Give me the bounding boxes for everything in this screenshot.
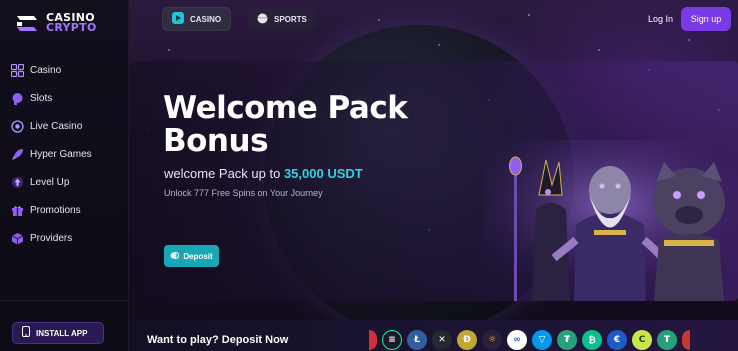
hero-description: Unlock 777 Free Spins on Your Journey xyxy=(164,188,323,198)
signup-button[interactable]: Sign up xyxy=(681,7,731,31)
grid-icon xyxy=(10,63,24,77)
live-icon xyxy=(10,119,24,133)
bitcoin-cash-icon: ₿ xyxy=(582,330,602,350)
crypto-coin-list: ≡ Ł ✕ Ð ☼ ∞ ▽ ₮ ₿ € C T xyxy=(369,330,690,350)
sports-ball-icon xyxy=(257,13,268,26)
tab-casino[interactable]: CASINO xyxy=(162,7,232,31)
deposit-button[interactable]: Deposit xyxy=(164,245,219,267)
sidebar-item-label: Slots xyxy=(30,92,53,104)
sidebar-item-promotions[interactable]: Promotions xyxy=(0,196,129,224)
sidebar: CASINO CRYPTO Casino Slots Live Casino H… xyxy=(0,0,129,351)
tab-sports[interactable]: SPORTS xyxy=(248,7,316,31)
top-bar: CASINO SPORTS Log In Sign up xyxy=(129,0,738,40)
main-area: CASINO SPORTS Log In Sign up Welcome Pac… xyxy=(129,0,738,351)
phone-icon xyxy=(22,324,30,342)
tether-icon: T xyxy=(657,330,677,350)
logo-line2: CRYPTO xyxy=(46,21,97,34)
sidebar-item-slots[interactable]: Slots xyxy=(0,84,129,112)
deposit-prompt: Want to play? Deposit Now xyxy=(147,334,289,346)
tab-sports-label: SPORTS xyxy=(274,14,307,24)
logo[interactable]: CASINO CRYPTO xyxy=(14,12,97,34)
sun-icon: ☼ xyxy=(482,330,502,350)
celo-icon: C xyxy=(632,330,652,350)
sidebar-item-hyper-games[interactable]: Hyper Games xyxy=(0,140,129,168)
tab-casino-label: CASINO xyxy=(190,14,222,24)
sidebar-item-providers[interactable]: Providers xyxy=(0,224,129,252)
solana-icon: ≡ xyxy=(382,330,402,350)
login-button[interactable]: Log In xyxy=(648,14,673,24)
sidebar-item-level-up[interactable]: Level Up xyxy=(0,168,129,196)
divider xyxy=(0,300,129,301)
rocket-icon xyxy=(10,147,24,161)
deposit-label: Deposit xyxy=(183,251,213,261)
install-app-button[interactable]: INSTALL APP xyxy=(12,322,104,344)
usdt-tron-icon: ₮ xyxy=(557,330,577,350)
chat-bubble-icon xyxy=(10,91,24,105)
coins-icon xyxy=(170,251,180,262)
red-coin-icon xyxy=(682,330,690,350)
sidebar-nav: Casino Slots Live Casino Hyper Games Lev… xyxy=(0,56,129,252)
sidebar-item-label: Hyper Games xyxy=(30,148,92,160)
sidebar-item-live-casino[interactable]: Live Casino xyxy=(0,112,129,140)
sidebar-item-label: Level Up xyxy=(30,176,70,188)
chainlink-icon: ∞ xyxy=(507,330,527,350)
sidebar-item-label: Providers xyxy=(30,232,73,244)
sidebar-item-label: Live Casino xyxy=(30,120,83,132)
sidebar-item-label: Promotions xyxy=(30,204,81,216)
hero-title: Welcome Pack Bonus xyxy=(163,90,408,159)
cube-icon xyxy=(10,231,24,245)
hero-characters-image xyxy=(484,140,738,301)
logo-icon xyxy=(14,12,40,34)
litecoin-icon: Ł xyxy=(407,330,427,350)
sidebar-item-casino[interactable]: Casino xyxy=(0,56,129,84)
xrp-icon: ✕ xyxy=(432,330,452,350)
gift-icon xyxy=(10,203,24,217)
tron-icon xyxy=(369,330,377,350)
dogecoin-icon: Ð xyxy=(457,330,477,350)
deposit-strip: Want to play? Deposit Now ≡ Ł ✕ Ð ☼ ∞ ▽ … xyxy=(129,320,738,351)
install-app-label: INSTALL APP xyxy=(36,328,88,338)
sidebar-item-label: Casino xyxy=(30,64,62,76)
level-up-icon xyxy=(10,175,24,189)
ton-icon: ▽ xyxy=(532,330,552,350)
euro-icon: € xyxy=(607,330,627,350)
casino-tab-icon xyxy=(172,12,184,26)
hero-subtitle: welcome Pack up to 35,000 USDT xyxy=(164,166,363,181)
hero-subtitle-highlight: 35,000 USDT xyxy=(283,166,363,181)
hero-subtitle-prefix: welcome Pack up to xyxy=(164,166,284,181)
